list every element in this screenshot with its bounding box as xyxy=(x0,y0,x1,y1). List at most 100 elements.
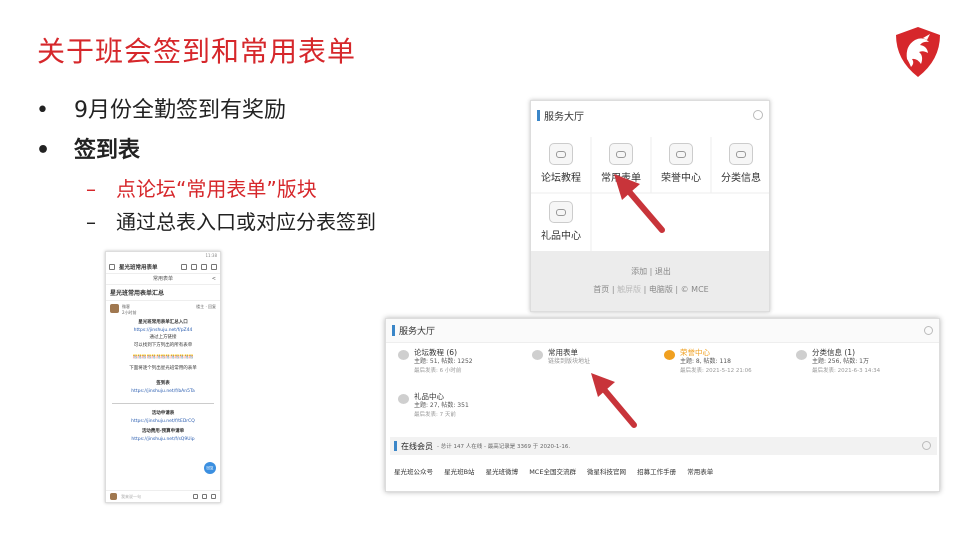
section-bar xyxy=(394,441,397,451)
panel-title: 服务大厅 xyxy=(399,327,436,337)
friend-link[interactable]: 星光班公众号 xyxy=(394,468,433,476)
status-time: 11:38 xyxy=(205,253,217,258)
forum-bubble-icon xyxy=(398,394,409,404)
menu-icon[interactable] xyxy=(109,263,115,270)
tabs-icon[interactable] xyxy=(201,263,207,270)
phone-post-author: 微客 2小时前 楼主 · 回复 xyxy=(106,301,220,319)
footer-links: 首页 | 触屏版 | 电脑版 | © MCE xyxy=(593,285,709,294)
footer-link-home[interactable]: 首页 xyxy=(593,285,609,294)
footer-link-touch[interactable]: 触屏版 xyxy=(617,285,641,294)
post-line: 星光班常用表单汇总入口 xyxy=(138,320,188,325)
friend-link[interactable]: 招募工作手册 xyxy=(637,468,676,476)
section-bar xyxy=(537,109,540,121)
panel-footer: 添加 | 退出 首页 | 触屏版 | 电脑版 | © MCE xyxy=(531,251,769,311)
share-icon[interactable] xyxy=(211,494,216,499)
forum-item[interactable]: 常用表单 链接到版块地址 xyxy=(532,347,662,366)
forum-bubble-icon xyxy=(796,350,807,360)
star-icon[interactable] xyxy=(202,494,207,499)
grid-lines xyxy=(531,137,769,251)
post-line: 通过上方链接 xyxy=(149,335,177,340)
phone-topbar-title: 星光班常用表单 xyxy=(119,264,158,271)
post-link[interactable]: https://jinshuju.net/f/pZ44 xyxy=(106,327,220,335)
forum-meta: 主题: 8, 帖数: 118 xyxy=(680,358,731,365)
forum-last-post: 最后发表: 2021-5-12 21:06 xyxy=(680,368,752,374)
online-stats: - 总计 147 人在线 - 最高记录是 3369 于 2020-1-16. xyxy=(437,444,571,450)
footer-copyright: © MCE xyxy=(680,285,709,294)
panel-title: 服务大厅 xyxy=(544,111,584,123)
comment-input[interactable]: 我来说一句 xyxy=(121,494,189,500)
post-line: 可以找到下方列出的所有表单 xyxy=(133,342,193,348)
form-name: 活动费用-预算申请单 xyxy=(141,429,185,434)
phone-bottom-bar: 我来说一句 xyxy=(106,490,220,502)
form-name: 签到表 xyxy=(156,381,170,386)
slide-title: 关于班会签到和常用表单 xyxy=(37,35,357,68)
forum-name[interactable]: 荣誉中心 xyxy=(680,347,794,358)
avatar xyxy=(110,304,119,313)
footer-link-desktop[interactable]: 电脑版 xyxy=(649,285,673,294)
forum-meta: 主题: 51, 帖数: 1252 xyxy=(414,358,473,365)
form-link[interactable]: https://jinshuju.net/f/sQ9Uip xyxy=(106,436,220,444)
forum-name[interactable]: 礼品中心 xyxy=(414,391,528,402)
phone-subbar-title: 常用表单 xyxy=(152,276,173,282)
friend-links: 星光班公众号 星光班B站 星光班微博 MCE全国交流群 微星科技官网 招募工作手… xyxy=(394,466,722,476)
back-icon[interactable]: < xyxy=(212,274,216,285)
friend-link[interactable]: MCE全国交流群 xyxy=(529,468,576,476)
forum-bubble-icon xyxy=(398,350,409,360)
form-link[interactable]: https://jinshuju.net/f/tEDrCQ xyxy=(106,418,220,426)
sub-bullet-item: – 点论坛“常用表单”版块 xyxy=(86,177,317,201)
forum-last-post: 最后发表: 6 小时前 xyxy=(414,368,462,374)
author-actions[interactable]: 楼主 · 回复 xyxy=(196,304,216,310)
collapse-icon[interactable] xyxy=(924,326,933,335)
bullet-item: • 9月份全勤签到有奖励 xyxy=(36,98,286,123)
sub-bullet-item: – 通过总表入口或对应分表签到 xyxy=(86,210,376,234)
online-title[interactable]: 在线会员 xyxy=(401,441,433,452)
forum-item[interactable]: 礼品中心 主题: 27, 帖数: 351 最后发表: 7 天前 xyxy=(398,391,528,418)
more-icon[interactable] xyxy=(211,263,217,270)
forum-meta: 链接到版块地址 xyxy=(548,358,591,365)
forum-meta: 主题: 256, 帖数: 1万 xyxy=(812,358,869,365)
friend-link[interactable]: 星光班微博 xyxy=(486,468,519,476)
collapse-icon[interactable] xyxy=(922,441,931,450)
footer-login-links[interactable]: 添加 | 退出 xyxy=(531,266,769,277)
forum-meta: 主题: 27, 帖数: 351 xyxy=(414,402,469,409)
forum-item[interactable]: 分类信息 (1) 主题: 256, 帖数: 1万 最后发表: 2021-6-3 … xyxy=(796,347,926,374)
author-time: 2小时前 xyxy=(122,310,137,315)
online-members-bar: 在线会员 - 总计 147 人在线 - 最高记录是 3369 于 2020-1-… xyxy=(390,437,937,455)
forum-name[interactable]: 常用表单 xyxy=(548,347,662,358)
form-name: 活动申请表 xyxy=(151,411,175,416)
forum-item[interactable]: 荣誉中心 主题: 8, 帖数: 118 最后发表: 2021-5-12 21:0… xyxy=(664,347,794,374)
form-link[interactable]: https://jinshuju.net/f/bAn5Ta xyxy=(106,388,220,396)
avatar xyxy=(110,493,117,500)
friend-link[interactable]: 常用表单 xyxy=(687,468,713,476)
service-hall-desktop-panel: 服务大厅 论坛教程 (6) 主题: 51, 帖数: 1252 最后发表: 6 小… xyxy=(385,318,940,492)
friend-link[interactable]: 星光班B站 xyxy=(444,468,474,476)
phone-topbar: 星光班常用表单 xyxy=(106,260,220,274)
section-bar xyxy=(392,325,395,336)
phone-post-heading: 星光班常用表单汇总 xyxy=(106,285,220,301)
service-hall-mobile-panel: 服务大厅 论坛教程 常用表单 荣誉中心 分类信息 礼品中心 添加 | 退出 首页… xyxy=(530,100,770,312)
panel-header: 服务大厅 xyxy=(531,101,769,129)
panel-header: 服务大厅 xyxy=(386,319,939,343)
emoji-separator: 🎊🎊🎊🎊🎊🎊🎊🎊🎊🎊🎊🎊🎊 xyxy=(132,354,194,359)
forum-name[interactable]: 分类信息 (1) xyxy=(812,347,926,358)
forum-last-post: 最后发表: 7 天前 xyxy=(414,412,456,418)
forum-last-post: 最后发表: 2021-6-3 14:34 xyxy=(812,368,881,374)
home-icon[interactable] xyxy=(191,263,197,270)
comment-icon[interactable] xyxy=(193,494,198,499)
forum-bubble-icon xyxy=(664,350,675,360)
phone-subbar: 常用表单 < xyxy=(106,274,220,285)
dragon-shield-icon xyxy=(896,27,940,77)
forum-name[interactable]: 论坛教程 (6) xyxy=(414,347,528,358)
phone-post-body: 星光班常用表单汇总入口 https://jinshuju.net/f/pZ44 … xyxy=(106,319,220,443)
bullet-item: • 签到表 xyxy=(36,138,141,163)
phone-screenshot: 11:38 星光班常用表单 常用表单 < 星光班常用表单汇总 微客 2小时前 楼… xyxy=(105,251,221,503)
refresh-icon[interactable] xyxy=(181,263,187,270)
post-note: 下面将逐个列出星光班常用的表单 xyxy=(129,365,197,371)
forum-item[interactable]: 论坛教程 (6) 主题: 51, 帖数: 1252 最后发表: 6 小时前 xyxy=(398,347,528,374)
forum-bubble-icon xyxy=(532,350,543,360)
tile-grid: 论坛教程 常用表单 荣誉中心 分类信息 礼品中心 xyxy=(531,137,769,253)
forum-row: 论坛教程 (6) 主题: 51, 帖数: 1252 最后发表: 6 小时前 常用… xyxy=(386,347,939,418)
friend-link[interactable]: 微星科技官网 xyxy=(587,468,626,476)
reply-fab-button[interactable]: 回复 xyxy=(204,462,216,474)
collapse-icon[interactable] xyxy=(753,110,763,120)
